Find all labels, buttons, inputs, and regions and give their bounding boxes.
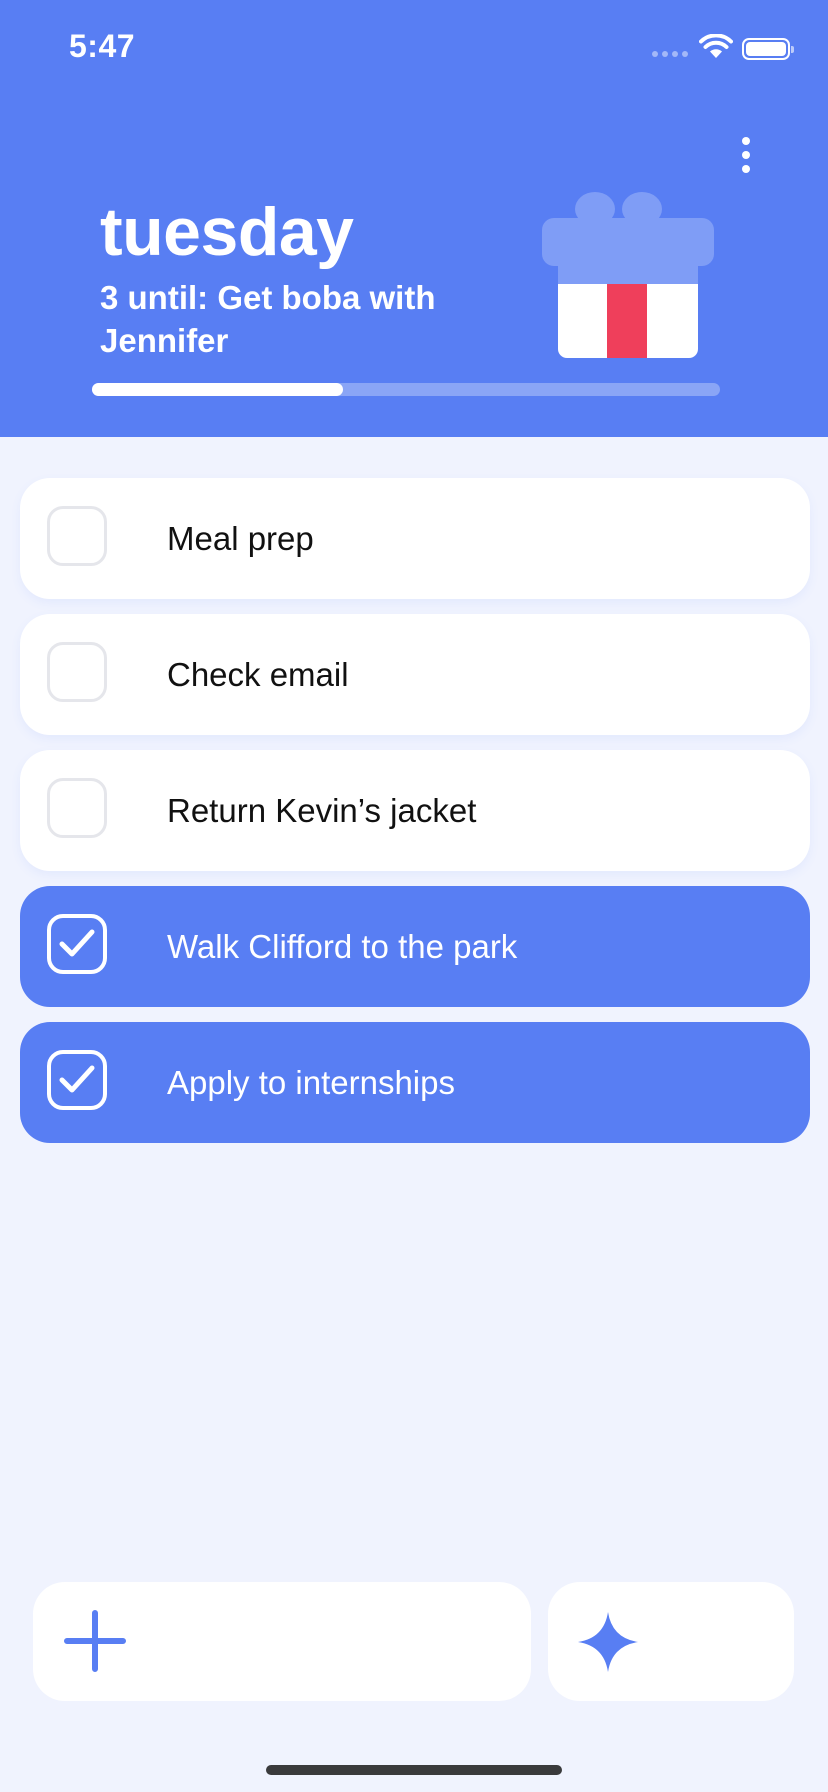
sparkle-icon	[578, 1612, 638, 1672]
task-item-walk-clifford[interactable]: Walk Clifford to the park	[20, 886, 810, 1007]
checkmark-icon	[59, 929, 95, 957]
task-checkbox[interactable]	[47, 642, 107, 702]
gift-icon	[542, 192, 714, 358]
plus-icon	[64, 1610, 126, 1672]
add-task-button[interactable]	[33, 1582, 531, 1701]
checkmark-icon	[59, 1065, 95, 1093]
progress-bar-fill	[92, 383, 344, 396]
task-label: Apply to internships	[167, 1064, 455, 1101]
progress-bar	[92, 383, 720, 396]
sparkle-button[interactable]	[548, 1582, 794, 1701]
task-checkbox-checked[interactable]	[47, 914, 107, 974]
task-label: Meal prep	[167, 520, 314, 557]
task-label: Check email	[167, 656, 349, 693]
header: 5:47 tuesday 3 until: Get boba with Jenn…	[0, 0, 828, 437]
battery-icon	[742, 38, 794, 60]
cellular-signal-icon	[652, 51, 688, 57]
home-indicator[interactable]	[266, 1765, 562, 1775]
task-checkbox[interactable]	[47, 506, 107, 566]
task-checkbox-checked[interactable]	[47, 1050, 107, 1110]
status-time: 5:47	[69, 28, 136, 64]
task-label: Return Kevin’s jacket	[167, 792, 477, 829]
task-item-apply-internships[interactable]: Apply to internships	[20, 1022, 810, 1143]
wifi-icon	[699, 34, 733, 58]
countdown-text: 3 until: Get boba with Jennifer	[100, 279, 436, 359]
more-options-button[interactable]	[730, 130, 764, 180]
day-title: tuesday	[100, 194, 354, 270]
task-checkbox[interactable]	[47, 778, 107, 838]
task-item-check-email[interactable]: Check email	[20, 614, 810, 735]
task-item-return-jacket[interactable]: Return Kevin’s jacket	[20, 750, 810, 871]
task-item-meal-prep[interactable]: Meal prep	[20, 478, 810, 599]
task-label: Walk Clifford to the park	[167, 928, 518, 965]
